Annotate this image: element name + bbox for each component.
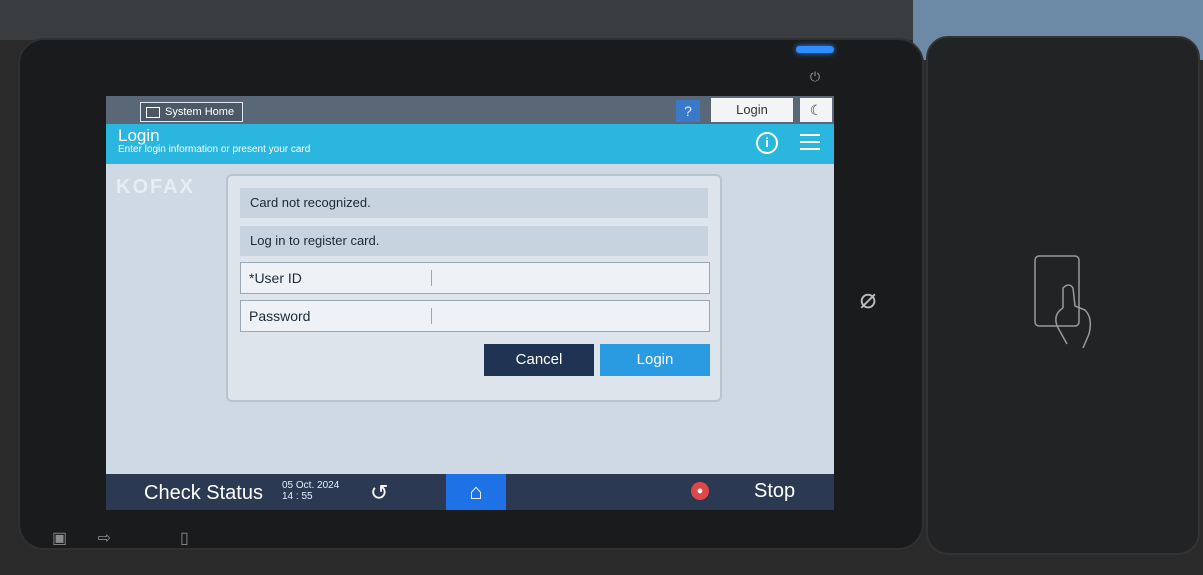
device-bottom-icons: ▣ ⇨: [52, 528, 137, 548]
help-button[interactable]: ?: [676, 100, 700, 122]
login-button[interactable]: Login: [600, 344, 710, 376]
time-label: 14 : 55: [282, 491, 313, 502]
menu-icon[interactable]: [800, 134, 820, 155]
top-bar: System Home ? Login ☾: [106, 96, 834, 124]
info-icon[interactable]: i: [756, 132, 778, 154]
register-hint: Log in to register card.: [240, 226, 708, 256]
grid-icon: [146, 107, 160, 118]
card-error-message: Card not recognized.: [240, 188, 708, 218]
password-field[interactable]: Password: [240, 300, 710, 332]
login-top-button[interactable]: Login: [711, 98, 793, 122]
date-label: 05 Oct. 2024: [282, 480, 340, 491]
login-dialog: Card not recognized. Log in to register …: [226, 174, 722, 402]
document-icon[interactable]: ▯: [180, 528, 189, 548]
card-reader: [926, 36, 1200, 555]
cancel-button[interactable]: Cancel: [484, 344, 594, 376]
bottom-bar: Check Status 05 Oct. 2024 14 : 55 ↺ ⌂ ● …: [106, 474, 834, 510]
nfc-mark-icon: ⌀: [859, 283, 877, 314]
page-header: Login Enter login information or present…: [106, 124, 834, 164]
check-status-button[interactable]: Check Status: [144, 482, 263, 505]
fax-icon[interactable]: ▣: [52, 530, 67, 547]
system-home-label: System Home: [165, 106, 235, 118]
stop-button[interactable]: Stop: [754, 480, 795, 503]
status-led: [796, 46, 834, 53]
card-tap-icon: [1034, 255, 1092, 349]
password-label: Password: [249, 308, 311, 324]
back-icon[interactable]: ↺: [370, 480, 388, 506]
home-icon[interactable]: ⌂: [446, 474, 506, 510]
kofax-logo: KOFAX: [116, 176, 195, 198]
user-id-field[interactable]: *User ID: [240, 262, 710, 294]
page-title: Login: [118, 126, 160, 145]
moon-icon[interactable]: ☾: [800, 98, 832, 122]
power-icon[interactable]: ⏻: [806, 68, 824, 86]
user-id-label: *User ID: [249, 270, 302, 286]
page-subtitle: Enter login information or present your …: [118, 144, 311, 155]
date-time: 05 Oct. 2024 14 : 55: [282, 480, 339, 502]
stop-icon[interactable]: ●: [691, 482, 709, 500]
field-divider: [431, 308, 432, 324]
field-divider: [431, 270, 432, 286]
touch-screen: System Home ? Login ☾ Login Enter login …: [106, 96, 834, 510]
login-arrow-icon[interactable]: ⇨: [98, 530, 111, 547]
system-home-button[interactable]: System Home: [140, 102, 244, 122]
